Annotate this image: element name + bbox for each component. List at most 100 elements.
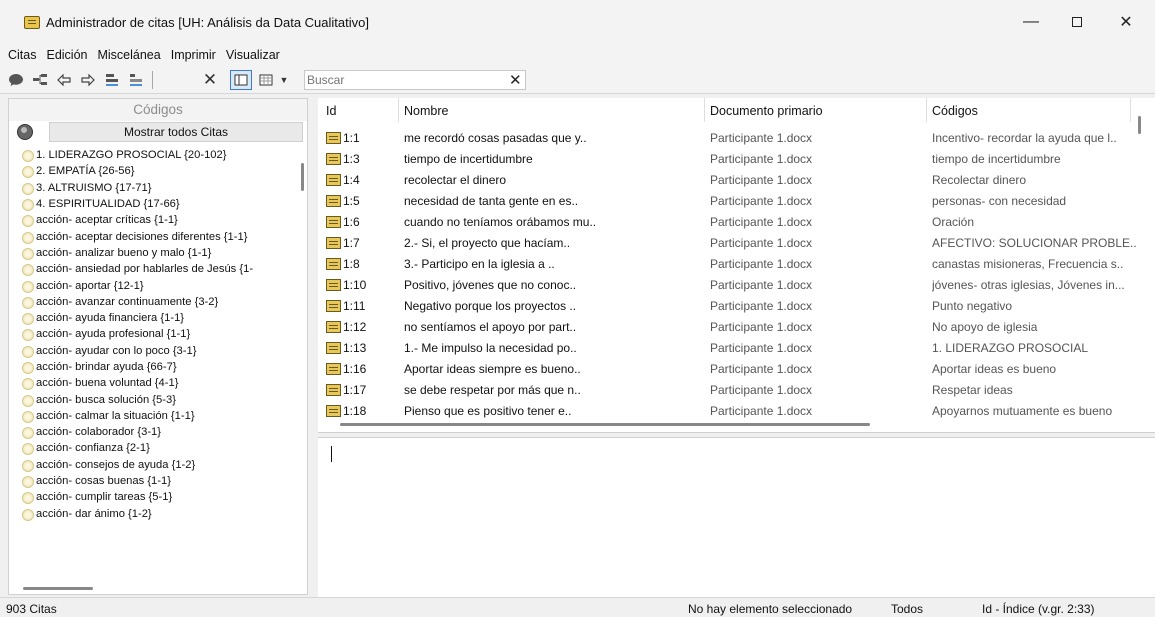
- code-label: acción- cosas buenas {1-1}: [36, 475, 171, 488]
- code-list-item[interactable]: acción- aportar {12-1}: [9, 277, 299, 293]
- title-bar: Administrador de citas [UH: Análisis da …: [0, 0, 1155, 44]
- code-list-item[interactable]: acción- colaborador {3-1}: [9, 424, 299, 440]
- table-vertical-scrollbar[interactable]: [1138, 116, 1141, 134]
- column-header-codes[interactable]: Códigos: [932, 104, 978, 118]
- column-header-document[interactable]: Documento primario: [710, 104, 823, 118]
- code-list-item[interactable]: acción- ayuda financiera {1-1}: [9, 310, 299, 326]
- column-header-name[interactable]: Nombre: [404, 104, 448, 118]
- code-list-item[interactable]: acción- aceptar decisiones diferentes {1…: [9, 228, 299, 244]
- code-list-item[interactable]: 1. LIDERAZGO PROSOCIAL {20-102}: [9, 147, 299, 163]
- quote-codes: tiempo de incertidumbre: [932, 152, 1061, 166]
- quote-icon: [326, 405, 341, 417]
- table-row[interactable]: 1:4 recolectar el dinero Participante 1.do…: [318, 170, 1155, 191]
- code-list-item[interactable]: acción- consejos de ayuda {1-2}: [9, 457, 299, 473]
- stack-icon[interactable]: [102, 70, 122, 90]
- quote-count: 903 Citas: [6, 602, 57, 616]
- column-header-id[interactable]: Id: [326, 104, 336, 118]
- code-label: acción- ayuda profesional {1-1}: [36, 328, 191, 341]
- table-row[interactable]: 1:10 Positivo, jóvenes que no conoc.. Part…: [318, 275, 1155, 296]
- code-list-item[interactable]: acción- calmar la situación {1-1}: [9, 408, 299, 424]
- code-list-item[interactable]: acción- analizar bueno y malo {1-1}: [9, 245, 299, 261]
- code-list-item[interactable]: 4. ESPIRITUALIDAD {17-66}: [9, 196, 299, 212]
- search-clear-icon[interactable]: ✕: [509, 71, 522, 89]
- code-icon: [21, 491, 34, 505]
- table-row[interactable]: 1:18 Pienso que es positivo tener e.. Part…: [318, 401, 1155, 422]
- column-divider[interactable]: [926, 98, 927, 122]
- code-list-item[interactable]: acción- cosas buenas {1-1}: [9, 473, 299, 489]
- maximize-button[interactable]: [1054, 6, 1100, 38]
- code-icon: [21, 198, 34, 212]
- code-icon: [21, 231, 34, 244]
- menu-visualizar[interactable]: Visualizar: [226, 48, 280, 62]
- menu-citas[interactable]: Citas: [8, 48, 36, 62]
- table-horizontal-scrollbar[interactable]: [340, 423, 870, 426]
- table-row[interactable]: 1:6 cuando no teníamos orábamos mu.. Parti…: [318, 212, 1155, 233]
- panel-icon[interactable]: [230, 70, 252, 90]
- code-list-item[interactable]: acción- dar ánimo {1-2}: [9, 506, 299, 522]
- code-icon: [21, 459, 34, 472]
- code-label: acción- colaborador {3-1}: [36, 426, 162, 439]
- code-list-item[interactable]: acción- avanzar continuamente {3-2}: [9, 294, 299, 310]
- code-icon: [21, 361, 34, 374]
- tree-icon[interactable]: [30, 70, 50, 90]
- grid-icon[interactable]: [256, 70, 276, 90]
- quote-text-editor[interactable]: [318, 437, 1155, 597]
- code-list-item[interactable]: acción- confianza {2-1}: [9, 440, 299, 456]
- sort-status: Id - Índice (v.gr. 2:33): [982, 602, 1095, 616]
- menu-edicion[interactable]: Edición: [46, 48, 87, 62]
- code-list-item[interactable]: acción- ayudar con lo poco {3-1}: [9, 343, 299, 359]
- quote-icon: [326, 174, 341, 186]
- quote-document: Participante 1.docx: [710, 173, 813, 187]
- code-list-item[interactable]: acción- aceptar críticas {1-1}: [9, 212, 299, 228]
- code-list-item[interactable]: acción- ayuda profesional {1-1}: [9, 326, 299, 342]
- quote-id: 1:11: [343, 299, 366, 313]
- arrow-right-icon[interactable]: [78, 70, 98, 90]
- quote-icon: [326, 237, 341, 249]
- code-list-item[interactable]: acción- cumplir tareas {5-1}: [9, 489, 299, 505]
- codes-panel: Códigos Mostrar todos Citas 1. LIDERAZGO…: [8, 98, 308, 595]
- menu-imprimir[interactable]: Imprimir: [171, 48, 216, 62]
- quote-icon: [326, 153, 341, 165]
- table-row[interactable]: 1:5 necesidad de tanta gente en es.. Parti…: [318, 191, 1155, 212]
- quote-document: Participante 1.docx: [710, 278, 813, 292]
- table-row[interactable]: 1:7 2.- Si, el proyecto que hacíam.. Parti…: [318, 233, 1155, 254]
- search-input[interactable]: [307, 72, 497, 88]
- code-list-item[interactable]: acción- ansiedad por hablarles de Jesús …: [9, 261, 299, 277]
- table-row[interactable]: 1:17 se debe respetar por más que n.. Part…: [318, 380, 1155, 401]
- dropdown-arrow-icon[interactable]: ▼: [278, 70, 290, 90]
- table-row[interactable]: 1:13 1.- Me impulso la necesidad po.. Part…: [318, 338, 1155, 359]
- table-row[interactable]: 1:12 no sentíamos el apoyo por part.. Part…: [318, 317, 1155, 338]
- code-label: 1. LIDERAZGO PROSOCIAL {20-102}: [36, 149, 227, 162]
- code-list-item[interactable]: 2. EMPATÍA {26-56}: [9, 163, 299, 179]
- table-row[interactable]: 1:11 Negativo porque los proyectos .. Part…: [318, 296, 1155, 317]
- column-divider[interactable]: [398, 98, 399, 122]
- table-row[interactable]: 1:16 Aportar ideas siempre es bueno.. Part…: [318, 359, 1155, 380]
- quote-icon: [326, 195, 341, 207]
- panel-splitter[interactable]: [309, 94, 317, 597]
- quote-id: 1:13: [343, 341, 367, 355]
- column-divider[interactable]: [1130, 98, 1131, 122]
- show-all-quotes-button[interactable]: Mostrar todos Citas: [49, 122, 303, 142]
- code-list-item[interactable]: acción- busca solución {5-3}: [9, 391, 299, 407]
- code-list-item[interactable]: acción- buena voluntad {4-1}: [9, 375, 299, 391]
- speech-bubble-icon[interactable]: [6, 70, 26, 90]
- quote-codes: No apoyo de iglesia: [932, 320, 1038, 334]
- code-list-item[interactable]: 3. ALTRUISMO {17-71}: [9, 180, 299, 196]
- quote-document: Participante 1.docx: [710, 362, 813, 376]
- code-icon: [21, 410, 34, 423]
- table-row[interactable]: 1:3 tiempo de incertidumbre Participante 1…: [318, 149, 1155, 170]
- column-divider[interactable]: [704, 98, 705, 122]
- codes-horizontal-scrollbar[interactable]: [23, 587, 93, 590]
- stack-remove-icon[interactable]: [126, 70, 146, 90]
- menu-miscelanea[interactable]: Miscelánea: [97, 48, 160, 62]
- table-row[interactable]: 1:8 3.- Participo en la iglesia a .. Parti…: [318, 254, 1155, 275]
- quote-id: 1:3: [343, 152, 360, 166]
- close-button[interactable]: ✕: [1103, 6, 1149, 38]
- arrow-left-icon[interactable]: [54, 70, 74, 90]
- codes-vertical-scrollbar[interactable]: [301, 163, 304, 191]
- table-row[interactable]: 1:1 me recordó cosas pasadas que y.. Parti…: [318, 128, 1155, 149]
- comment-bubble-icon[interactable]: [17, 124, 33, 140]
- code-list-item[interactable]: acción- brindar ayuda {66-7}: [9, 359, 299, 375]
- minimize-button[interactable]: —: [1008, 6, 1054, 38]
- delete-x-icon[interactable]: ✕: [200, 70, 220, 90]
